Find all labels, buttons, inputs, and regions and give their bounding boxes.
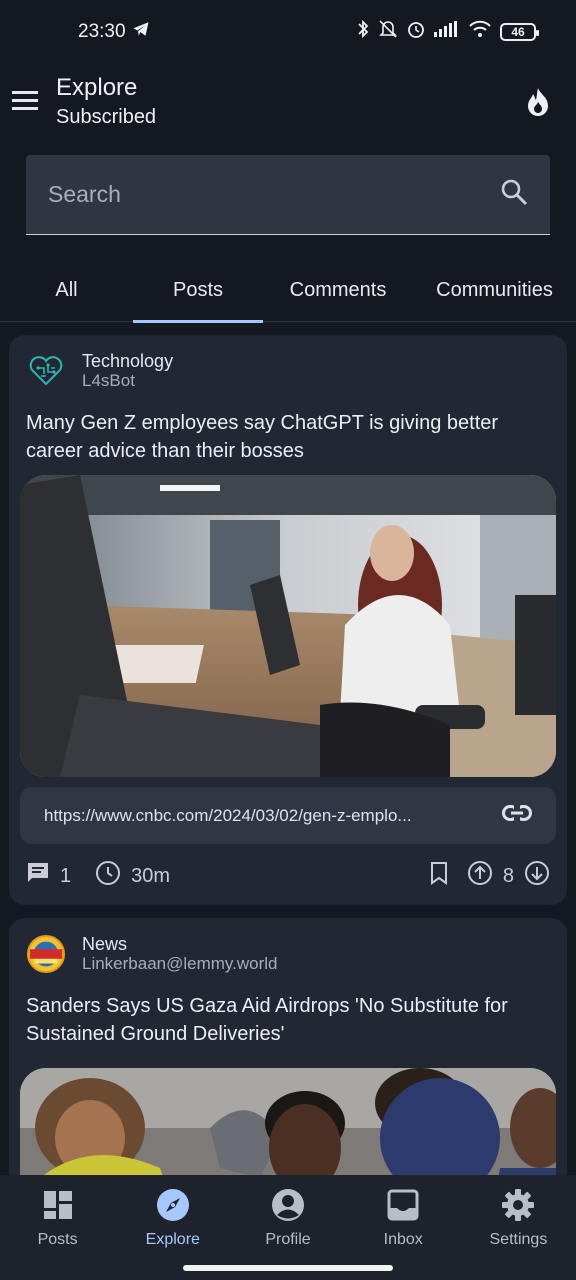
tab-comments[interactable]: Comments — [263, 258, 413, 322]
flame-icon — [525, 87, 551, 122]
tab-all[interactable]: All — [0, 258, 133, 322]
community-avatar[interactable] — [26, 351, 66, 391]
post-header: Technology L4sBot — [20, 335, 556, 407]
nav-settings[interactable]: Settings — [461, 1175, 576, 1280]
post-card[interactable]: News Linkerbaan@lemmy.world Sanders Says… — [9, 918, 567, 1175]
community-avatar[interactable] — [26, 934, 66, 974]
post-thumbnail-image[interactable] — [20, 1068, 556, 1175]
post-age: 30m — [131, 864, 171, 887]
score-count: 8 — [502, 864, 514, 887]
compass-icon — [156, 1188, 190, 1227]
nav-label: Posts — [37, 1231, 78, 1248]
post-link-bar[interactable]: https://www.cnbc.com/2024/03/02/gen-z-em… — [20, 787, 556, 844]
account-circle-icon — [271, 1188, 305, 1227]
dashboard-icon — [43, 1190, 73, 1225]
post-thumbnail-image[interactable] — [20, 475, 556, 777]
tab-posts[interactable]: Posts — [133, 258, 263, 323]
search-input[interactable] — [48, 181, 500, 208]
tab-bar: All Posts Comments Communities — [0, 258, 576, 323]
wifi-icon — [468, 20, 492, 44]
hamburger-menu-icon — [11, 89, 39, 116]
post-link-url: https://www.cnbc.com/2024/03/02/gen-z-em… — [44, 805, 412, 825]
bluetooth-icon — [356, 19, 370, 45]
post-author[interactable]: L4sBot — [82, 371, 173, 391]
post-feed[interactable]: Technology L4sBot Many Gen Z employees s… — [0, 323, 576, 1175]
nav-label: Settings — [489, 1231, 548, 1248]
search-icon[interactable] — [500, 178, 528, 211]
post-author[interactable]: Linkerbaan@lemmy.world — [82, 954, 278, 974]
title-block[interactable]: Explore Subscribed — [56, 73, 156, 131]
nav-posts[interactable]: Posts — [0, 1175, 115, 1280]
nav-label: Explore — [145, 1231, 200, 1248]
tab-label: Comments — [289, 278, 387, 301]
bookmark-icon[interactable] — [429, 861, 449, 891]
tab-label: All — [55, 278, 78, 301]
downvote-icon[interactable] — [524, 860, 550, 892]
inbox-icon — [387, 1189, 419, 1226]
nav-label: Profile — [265, 1231, 311, 1248]
tab-communities[interactable]: Communities — [413, 258, 576, 322]
comment-icon[interactable] — [26, 861, 50, 891]
post-footer: 1 30m 8 — [20, 844, 556, 908]
home-indicator[interactable] — [183, 1265, 393, 1271]
clock-icon — [95, 860, 121, 892]
alarm-icon — [406, 19, 426, 45]
community-name[interactable]: Technology — [82, 351, 173, 371]
signal-icon — [434, 21, 460, 43]
status-bar: 23:30 46 — [0, 0, 576, 64]
tab-label: Posts — [172, 278, 224, 301]
battery-icon: 46 — [500, 23, 539, 41]
page-title: Explore — [56, 74, 138, 101]
comment-count: 1 — [60, 864, 72, 887]
app-bar: Explore Subscribed — [0, 64, 576, 140]
mute-bell-icon — [378, 19, 398, 45]
post-header: News Linkerbaan@lemmy.world — [20, 918, 556, 990]
nav-label: Inbox — [383, 1231, 423, 1248]
menu-button[interactable] — [0, 71, 56, 133]
post-title[interactable]: Sanders Says US Gaza Aid Airdrops 'No Su… — [20, 990, 556, 1048]
sort-hot-button[interactable] — [512, 78, 564, 130]
post-card[interactable]: Technology L4sBot Many Gen Z employees s… — [9, 335, 567, 905]
upvote-icon[interactable] — [467, 860, 493, 892]
link-icon — [502, 805, 532, 826]
community-name[interactable]: News — [82, 934, 278, 954]
search-field[interactable] — [26, 155, 550, 235]
post-title[interactable]: Many Gen Z employees say ChatGPT is givi… — [20, 407, 556, 465]
telegram-icon — [132, 21, 150, 43]
feed-filter-subtitle: Subscribed — [56, 106, 157, 128]
status-time: 23:30 — [78, 21, 126, 42]
tab-label: Communities — [436, 278, 553, 301]
gear-icon — [501, 1188, 535, 1227]
